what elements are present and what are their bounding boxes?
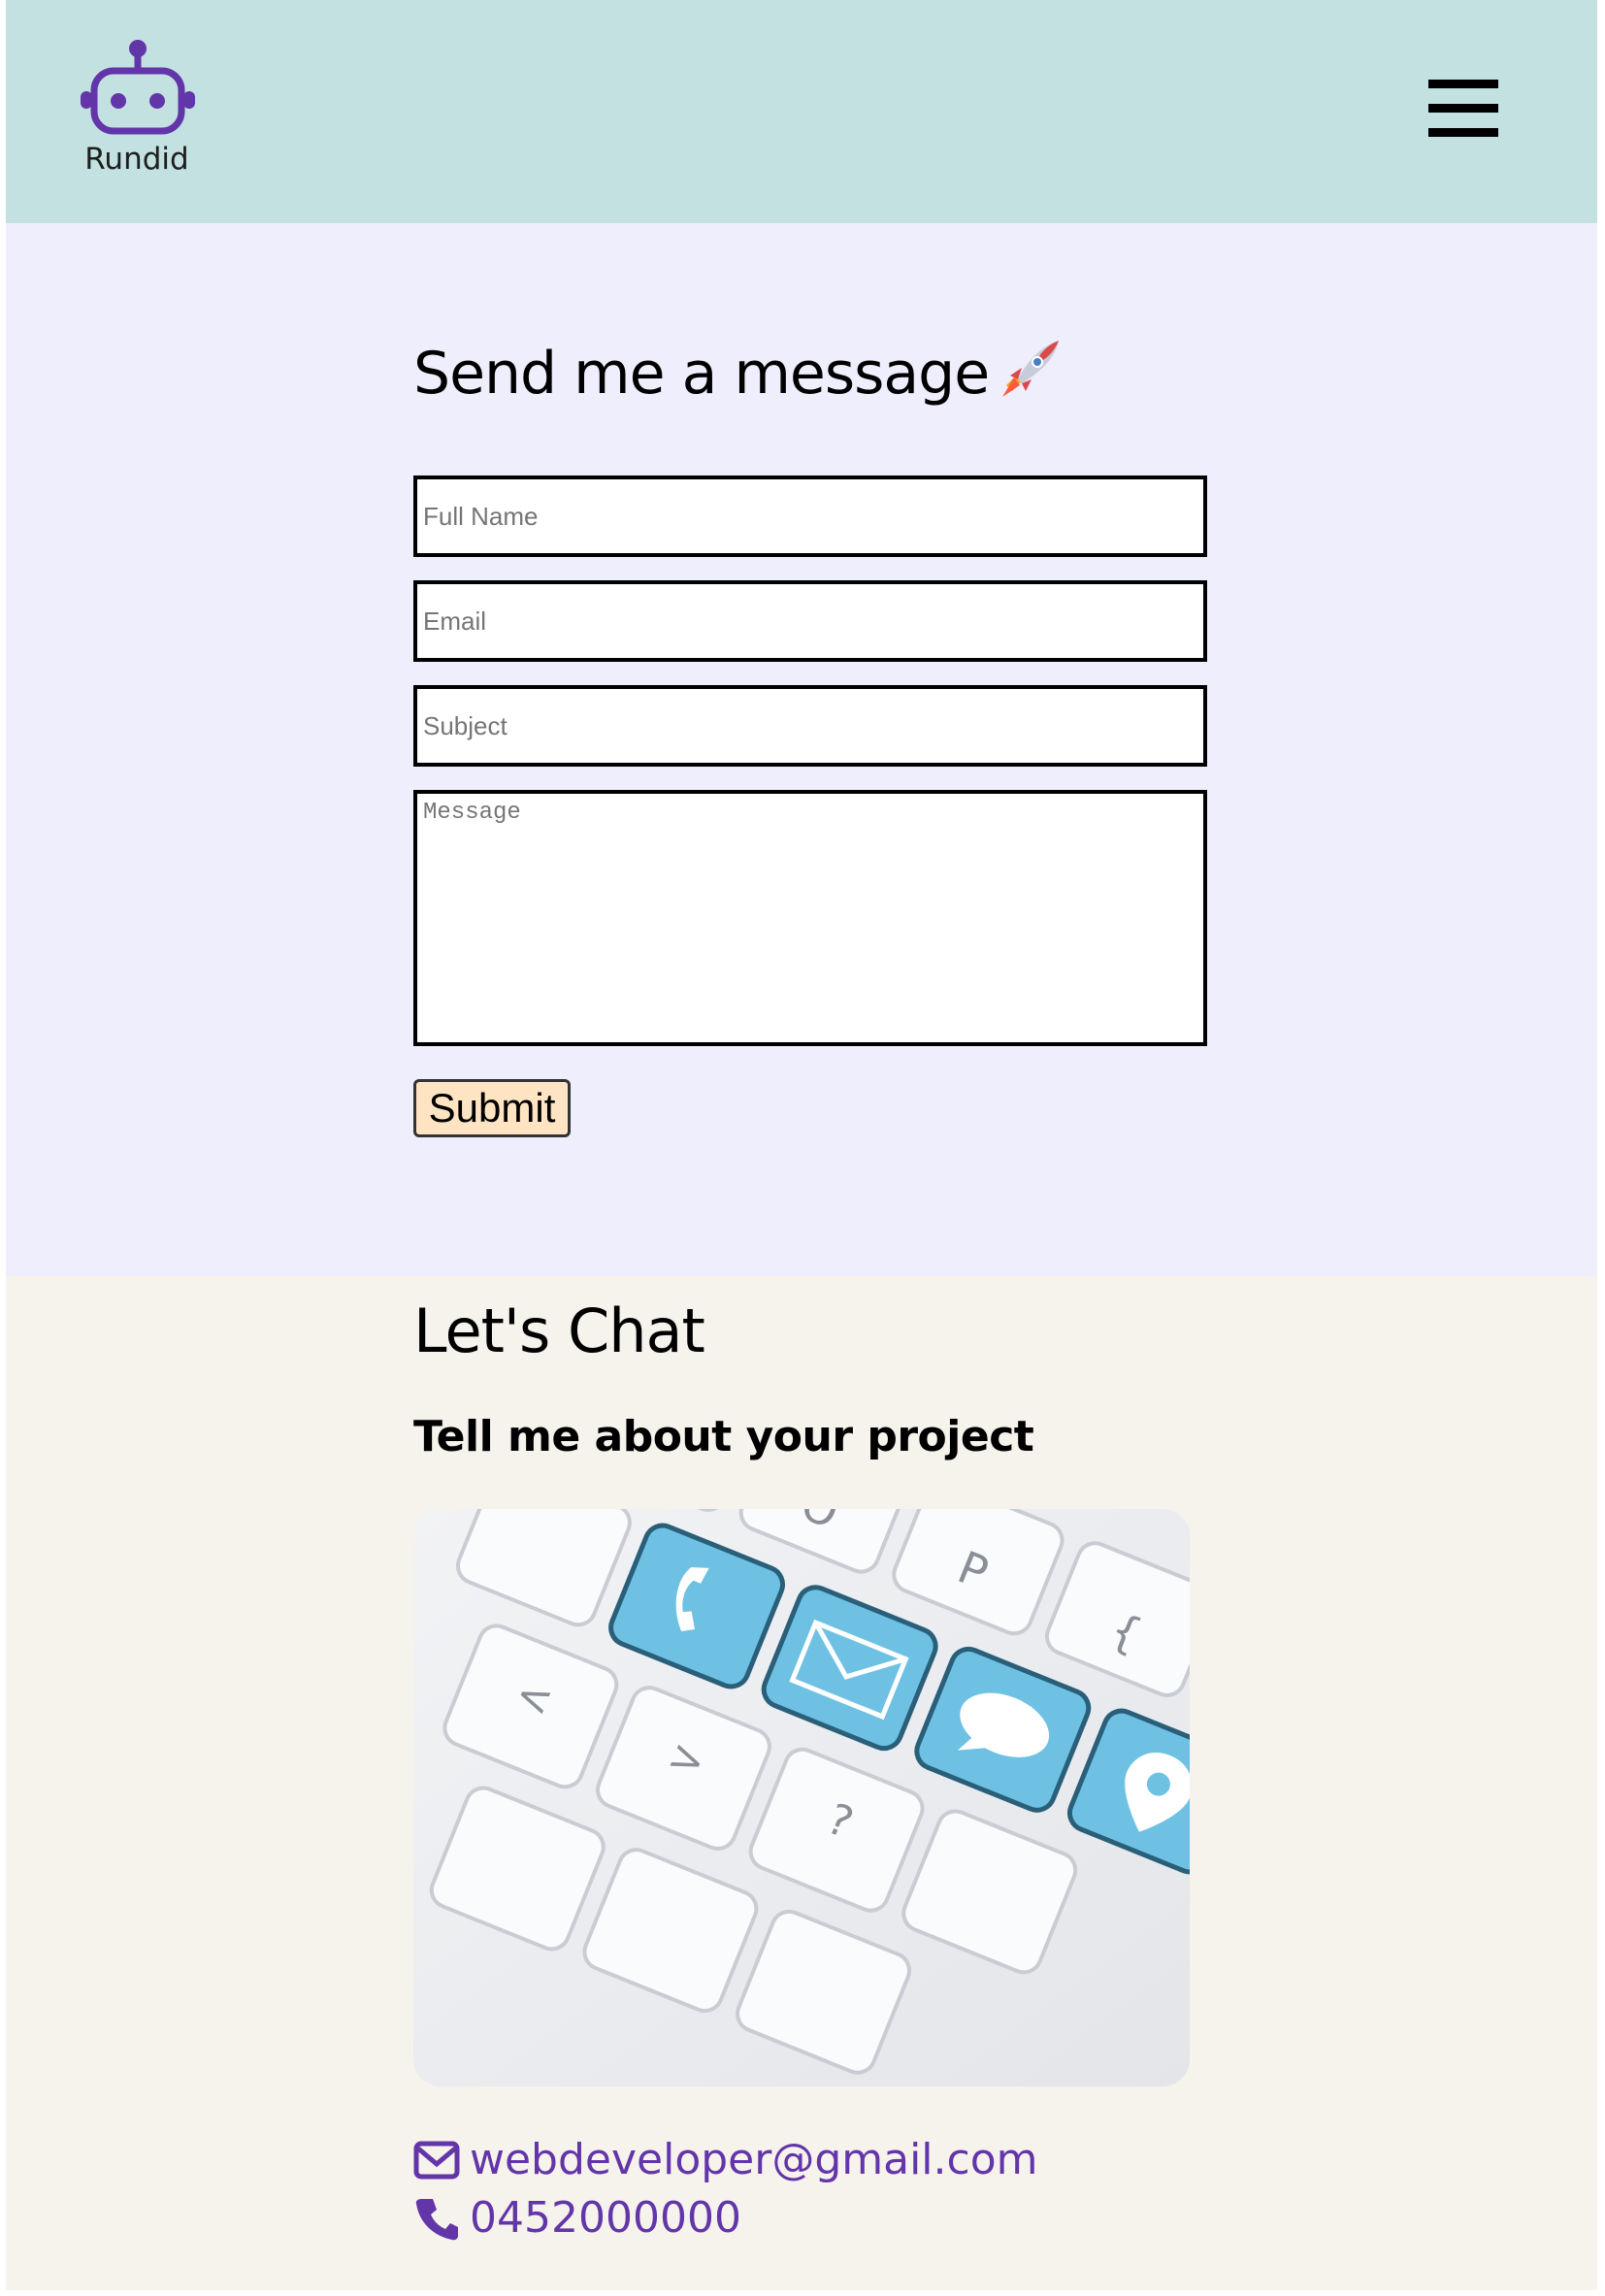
chat-section: Let's Chat Tell me about your project P …: [6, 1276, 1597, 2290]
full-name-input[interactable]: [413, 476, 1207, 557]
chat-title: Let's Chat: [413, 1296, 705, 1366]
form-title: Send me a message: [413, 337, 1063, 415]
form-title-text: Send me a message: [413, 340, 990, 408]
phone-text: 0452000000: [470, 2193, 741, 2243]
brand-logo[interactable]: Rundid: [74, 39, 200, 184]
subject-input[interactable]: [413, 685, 1207, 767]
submit-button[interactable]: Submit: [413, 1079, 571, 1137]
contact-form-section: Send me a message Submit: [6, 223, 1597, 1276]
brand-name: Rundid: [84, 142, 189, 177]
page: Rundid Send me a message Submit Let's Ch: [6, 0, 1597, 2290]
email-text: webdeveloper@gmail.com: [470, 2135, 1038, 2184]
site-header: Rundid: [6, 0, 1597, 223]
robot-icon: [81, 40, 195, 135]
envelope-icon: [413, 2141, 460, 2179]
phone-icon: [415, 2198, 458, 2240]
rocket-icon: [999, 337, 1063, 415]
email-link[interactable]: webdeveloper@gmail.com: [413, 2135, 1038, 2184]
hamburger-menu-icon[interactable]: [1428, 78, 1498, 138]
phone-link[interactable]: 0452000000: [413, 2193, 741, 2243]
keyboard-contact-keys-image: O P {: [413, 1509, 1190, 2086]
message-textarea[interactable]: [413, 790, 1207, 1046]
email-input[interactable]: [413, 580, 1207, 662]
chat-subtitle: Tell me about your project: [413, 1412, 1034, 1461]
